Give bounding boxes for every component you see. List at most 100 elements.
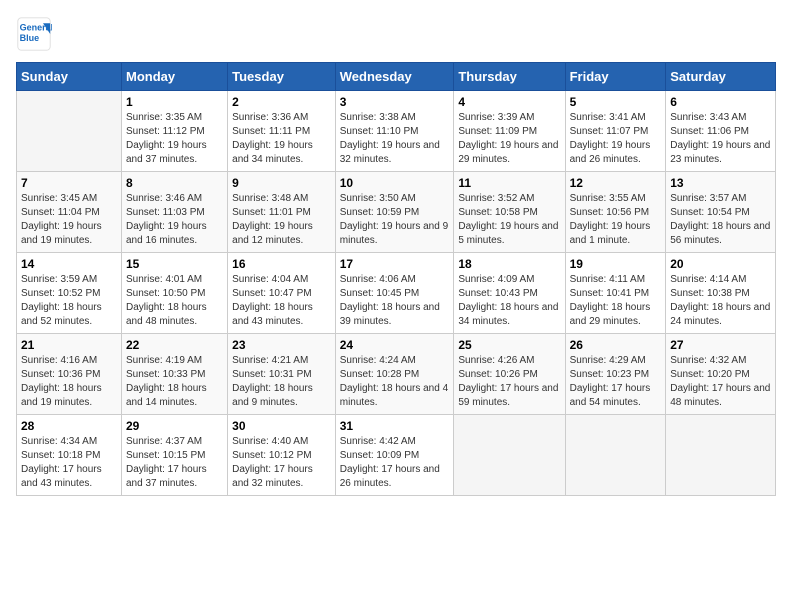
day-info: Sunrise: 4:16 AM Sunset: 10:36 PM Daylig… bbox=[21, 354, 117, 410]
day-info: Sunrise: 4:24 AM Sunset: 10:28 PM Daylig… bbox=[340, 354, 450, 410]
day-number: 8 bbox=[126, 176, 223, 190]
page-header: General Blue bbox=[16, 16, 776, 52]
calendar-cell: 11Sunrise: 3:52 AM Sunset: 10:58 PM Dayl… bbox=[454, 172, 565, 253]
calendar-cell: 14 Sunrise: 3:59 AM Sunset: 10:52 PM Dayl… bbox=[17, 253, 122, 334]
day-number: 14 bbox=[21, 257, 117, 271]
day-number: 28 bbox=[21, 419, 117, 433]
calendar-week-row: 1Sunrise: 3:35 AM Sunset: 11:12 PM Dayli… bbox=[17, 91, 776, 172]
calendar-cell: 10 Sunrise: 3:50 AM Sunset: 10:59 PM Dayl… bbox=[335, 172, 454, 253]
header-thursday: Thursday bbox=[454, 63, 565, 91]
calendar-cell: 7 Sunrise: 3:45 AM Sunset: 11:04 PM Dayli… bbox=[17, 172, 122, 253]
day-number: 11 bbox=[458, 176, 560, 190]
day-info: Sunrise: 4:01 AM Sunset: 10:50 PM Daylig… bbox=[126, 273, 223, 329]
svg-text:Blue: Blue bbox=[20, 33, 40, 43]
day-number: 10 bbox=[340, 176, 450, 190]
day-number: 29 bbox=[126, 419, 223, 433]
day-number: 12 bbox=[570, 176, 662, 190]
day-number: 23 bbox=[232, 338, 331, 352]
calendar-cell: 19 Sunrise: 4:11 AM Sunset: 10:41 PM Dayl… bbox=[565, 253, 666, 334]
calendar-cell: 29Sunrise: 4:37 AM Sunset: 10:15 PM Dayl… bbox=[121, 415, 227, 496]
calendar-week-row: 14 Sunrise: 3:59 AM Sunset: 10:52 PM Dayl… bbox=[17, 253, 776, 334]
day-info: Sunrise: 3:59 AM Sunset: 10:52 PM Daylig… bbox=[21, 273, 117, 329]
calendar-cell: 25 Sunrise: 4:26 AM Sunset: 10:26 PM Dayl… bbox=[454, 334, 565, 415]
calendar-cell bbox=[666, 415, 776, 496]
header-saturday: Saturday bbox=[666, 63, 776, 91]
day-number: 15 bbox=[126, 257, 223, 271]
day-number: 24 bbox=[340, 338, 450, 352]
calendar-cell: 26 Sunrise: 4:29 AM Sunset: 10:23 PM Dayl… bbox=[565, 334, 666, 415]
calendar-cell bbox=[565, 415, 666, 496]
day-number: 9 bbox=[232, 176, 331, 190]
day-number: 27 bbox=[670, 338, 771, 352]
day-info: Sunrise: 4:42 AM Sunset: 10:09 PM Daylig… bbox=[340, 435, 450, 491]
day-number: 25 bbox=[458, 338, 560, 352]
day-info: Sunrise: 4:06 AM Sunset: 10:45 PM Daylig… bbox=[340, 273, 450, 329]
day-info: Sunrise: 4:04 AM Sunset: 10:47 PM Daylig… bbox=[232, 273, 331, 329]
day-number: 2 bbox=[232, 95, 331, 109]
day-info: Sunrise: 3:36 AM Sunset: 11:11 PM Daylig… bbox=[232, 111, 331, 167]
day-info: Sunrise: 3:45 AM Sunset: 11:04 PM Daylig… bbox=[21, 192, 117, 248]
calendar-cell: 3Sunrise: 3:38 AM Sunset: 11:10 PM Dayli… bbox=[335, 91, 454, 172]
calendar-cell: 13 Sunrise: 3:57 AM Sunset: 10:54 PM Dayl… bbox=[666, 172, 776, 253]
day-info: Sunrise: 4:14 AM Sunset: 10:38 PM Daylig… bbox=[670, 273, 771, 329]
day-number: 20 bbox=[670, 257, 771, 271]
day-info: Sunrise: 4:11 AM Sunset: 10:41 PM Daylig… bbox=[570, 273, 662, 329]
calendar-cell: 9 Sunrise: 3:48 AM Sunset: 11:01 PM Dayli… bbox=[228, 172, 336, 253]
calendar-header-row: SundayMondayTuesdayWednesdayThursdayFrid… bbox=[17, 63, 776, 91]
day-info: Sunrise: 3:57 AM Sunset: 10:54 PM Daylig… bbox=[670, 192, 771, 248]
calendar-cell: 24 Sunrise: 4:24 AM Sunset: 10:28 PM Dayl… bbox=[335, 334, 454, 415]
calendar-cell: 18 Sunrise: 4:09 AM Sunset: 10:43 PM Dayl… bbox=[454, 253, 565, 334]
calendar-cell: 12 Sunrise: 3:55 AM Sunset: 10:56 PM Dayl… bbox=[565, 172, 666, 253]
day-number: 4 bbox=[458, 95, 560, 109]
logo: General Blue bbox=[16, 16, 52, 52]
calendar-cell: 28 Sunrise: 4:34 AM Sunset: 10:18 PM Dayl… bbox=[17, 415, 122, 496]
calendar-week-row: 7 Sunrise: 3:45 AM Sunset: 11:04 PM Dayli… bbox=[17, 172, 776, 253]
calendar-cell: 23 Sunrise: 4:21 AM Sunset: 10:31 PM Dayl… bbox=[228, 334, 336, 415]
day-number: 22 bbox=[126, 338, 223, 352]
day-info: Sunrise: 4:29 AM Sunset: 10:23 PM Daylig… bbox=[570, 354, 662, 410]
day-info: Sunrise: 3:48 AM Sunset: 11:01 PM Daylig… bbox=[232, 192, 331, 248]
day-number: 6 bbox=[670, 95, 771, 109]
calendar-cell: 21 Sunrise: 4:16 AM Sunset: 10:36 PM Dayl… bbox=[17, 334, 122, 415]
day-info: Sunrise: 4:40 AM Sunset: 10:12 PM Daylig… bbox=[232, 435, 331, 491]
header-tuesday: Tuesday bbox=[228, 63, 336, 91]
day-number: 5 bbox=[570, 95, 662, 109]
calendar-cell: 5 Sunrise: 3:41 AM Sunset: 11:07 PM Dayli… bbox=[565, 91, 666, 172]
day-number: 3 bbox=[340, 95, 450, 109]
day-number: 13 bbox=[670, 176, 771, 190]
calendar-cell: 2 Sunrise: 3:36 AM Sunset: 11:11 PM Dayli… bbox=[228, 91, 336, 172]
calendar-cell: 6Sunrise: 3:43 AM Sunset: 11:06 PM Dayli… bbox=[666, 91, 776, 172]
calendar-cell bbox=[17, 91, 122, 172]
day-number: 1 bbox=[126, 95, 223, 109]
logo-icon: General Blue bbox=[16, 16, 52, 52]
calendar-cell: 20 Sunrise: 4:14 AM Sunset: 10:38 PM Dayl… bbox=[666, 253, 776, 334]
day-number: 18 bbox=[458, 257, 560, 271]
day-info: Sunrise: 3:50 AM Sunset: 10:59 PM Daylig… bbox=[340, 192, 450, 248]
day-info: Sunrise: 4:09 AM Sunset: 10:43 PM Daylig… bbox=[458, 273, 560, 329]
day-number: 30 bbox=[232, 419, 331, 433]
day-info: Sunrise: 4:19 AM Sunset: 10:33 PM Daylig… bbox=[126, 354, 223, 410]
calendar-cell: 27 Sunrise: 4:32 AM Sunset: 10:20 PM Dayl… bbox=[666, 334, 776, 415]
day-info: Sunrise: 4:21 AM Sunset: 10:31 PM Daylig… bbox=[232, 354, 331, 410]
day-number: 17 bbox=[340, 257, 450, 271]
day-info: Sunrise: 4:26 AM Sunset: 10:26 PM Daylig… bbox=[458, 354, 560, 410]
header-monday: Monday bbox=[121, 63, 227, 91]
calendar-cell: 4 Sunrise: 3:39 AM Sunset: 11:09 PM Dayli… bbox=[454, 91, 565, 172]
calendar-cell: 16Sunrise: 4:04 AM Sunset: 10:47 PM Dayl… bbox=[228, 253, 336, 334]
day-number: 26 bbox=[570, 338, 662, 352]
day-info: Sunrise: 3:41 AM Sunset: 11:07 PM Daylig… bbox=[570, 111, 662, 167]
header-wednesday: Wednesday bbox=[335, 63, 454, 91]
day-info: Sunrise: 4:32 AM Sunset: 10:20 PM Daylig… bbox=[670, 354, 771, 410]
header-sunday: Sunday bbox=[17, 63, 122, 91]
day-number: 7 bbox=[21, 176, 117, 190]
day-info: Sunrise: 3:39 AM Sunset: 11:09 PM Daylig… bbox=[458, 111, 560, 167]
calendar-week-row: 28 Sunrise: 4:34 AM Sunset: 10:18 PM Dayl… bbox=[17, 415, 776, 496]
day-info: Sunrise: 4:34 AM Sunset: 10:18 PM Daylig… bbox=[21, 435, 117, 491]
calendar-cell: 8Sunrise: 3:46 AM Sunset: 11:03 PM Dayli… bbox=[121, 172, 227, 253]
calendar-cell: 30 Sunrise: 4:40 AM Sunset: 10:12 PM Dayl… bbox=[228, 415, 336, 496]
header-friday: Friday bbox=[565, 63, 666, 91]
day-info: Sunrise: 3:55 AM Sunset: 10:56 PM Daylig… bbox=[570, 192, 662, 248]
day-number: 19 bbox=[570, 257, 662, 271]
day-number: 21 bbox=[21, 338, 117, 352]
calendar-cell: 22 Sunrise: 4:19 AM Sunset: 10:33 PM Dayl… bbox=[121, 334, 227, 415]
